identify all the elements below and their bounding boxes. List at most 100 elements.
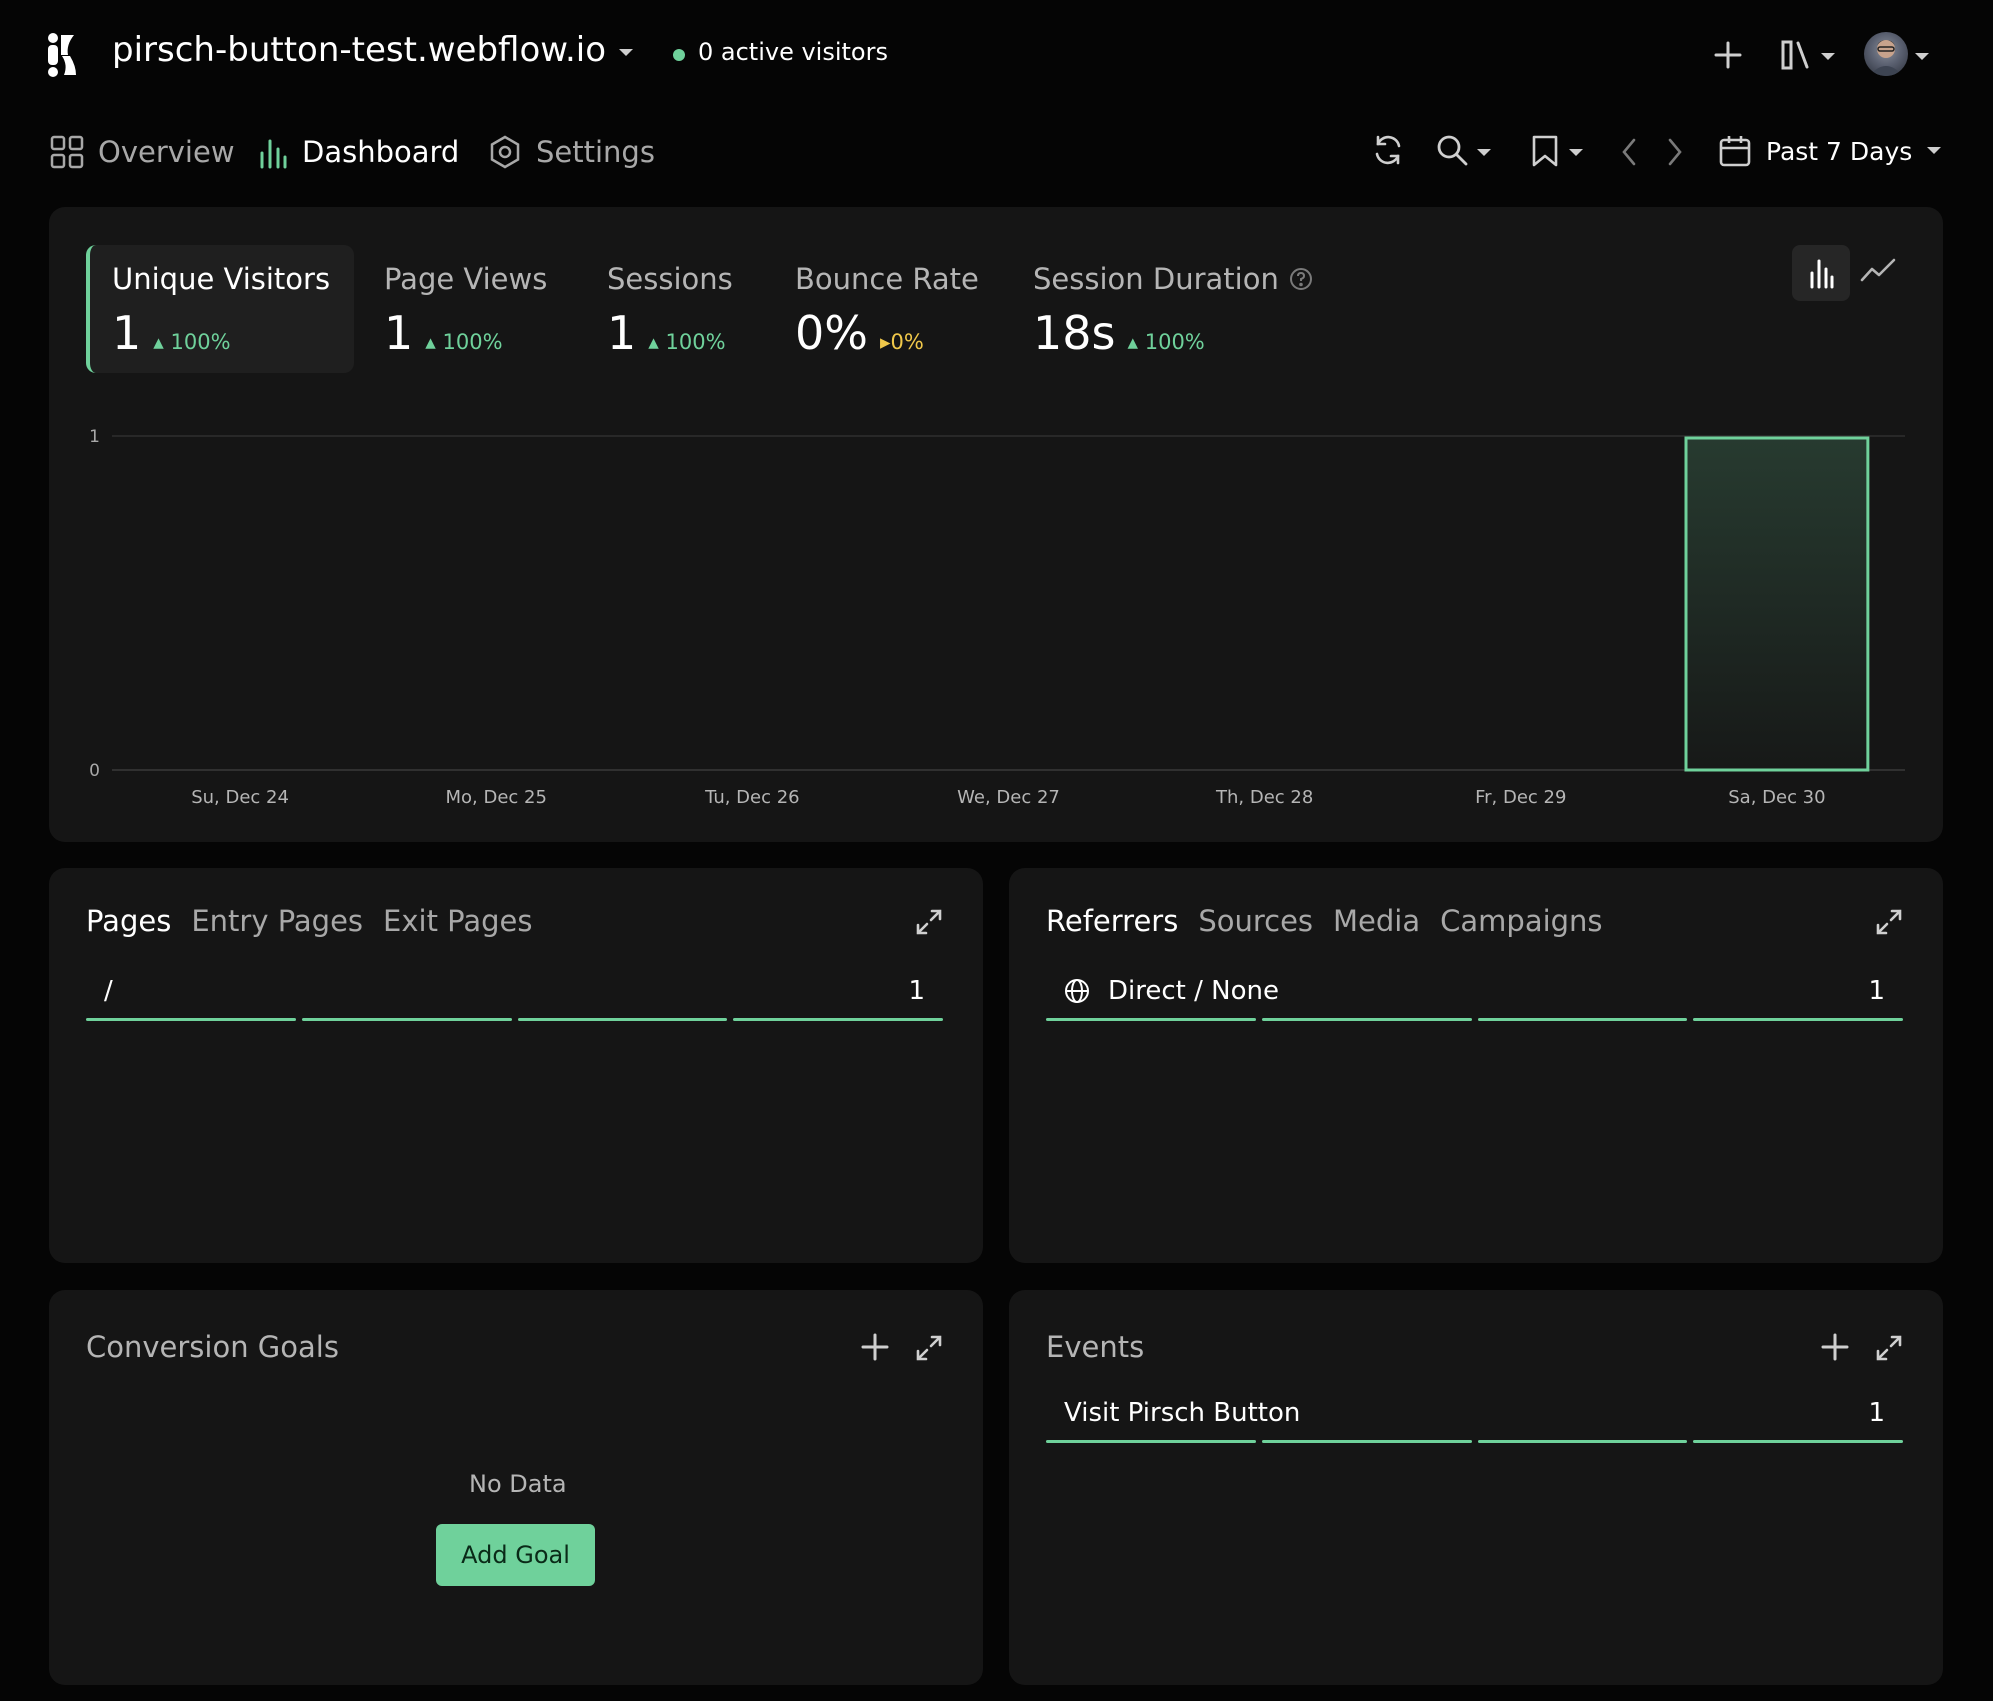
list-item[interactable]: Visit Pirsch Button 1 bbox=[1046, 1386, 1903, 1443]
metric-value: 0% bbox=[795, 306, 868, 360]
search-icon[interactable] bbox=[1436, 134, 1468, 166]
nav-overview[interactable]: Overview bbox=[50, 132, 235, 172]
metric-value: 18s bbox=[1033, 306, 1116, 360]
expand-icon[interactable] bbox=[1875, 1334, 1903, 1362]
referrers-tabs: Referrers Sources Media Campaigns bbox=[1046, 904, 1603, 938]
visitors-chart: 0 1 Su, Dec 24 Mo, Dec 25 Tu, Dec 26 We, Dec … bbox=[89, 427, 1905, 808]
metric-change-neutral: ▸0% bbox=[879, 330, 924, 354]
referrers-card: Referrers Sources Media Campaigns Direct… bbox=[1009, 868, 1943, 1263]
row-progress-bar bbox=[86, 1018, 943, 1021]
y-tick-label: 0 bbox=[89, 761, 100, 781]
bar-chart-icon bbox=[258, 135, 302, 169]
next-period-chevron-right-icon[interactable] bbox=[1666, 138, 1684, 166]
active-visitors-label: 0 active visitors bbox=[698, 38, 888, 66]
search-chevron-down-icon[interactable] bbox=[1476, 148, 1492, 158]
metric-session-duration[interactable]: Session Duration 18s ▴ 100% bbox=[1033, 262, 1313, 360]
settings-icon bbox=[488, 135, 536, 169]
metric-change-value: 100% bbox=[1144, 330, 1205, 354]
add-goal-icon[interactable] bbox=[860, 1332, 890, 1362]
x-tick-label: Fr, Dec 29 bbox=[1475, 787, 1566, 808]
metric-label: Page Views bbox=[384, 262, 548, 296]
list-item-value: 1 bbox=[908, 976, 925, 1006]
add-event-icon[interactable] bbox=[1820, 1332, 1850, 1362]
tab-media[interactable]: Media bbox=[1333, 904, 1420, 938]
list-item-label: Direct / None bbox=[1108, 976, 1279, 1006]
expand-icon[interactable] bbox=[1875, 908, 1903, 936]
add-goal-button[interactable]: Add Goal bbox=[436, 1524, 595, 1586]
pages-tabs: Pages Entry Pages Exit Pages bbox=[86, 904, 532, 938]
tab-exit-pages[interactable]: Exit Pages bbox=[383, 904, 532, 938]
y-tick-label: 1 bbox=[89, 427, 100, 447]
metric-page-views[interactable]: Page Views 1 ▴ 100% bbox=[384, 262, 547, 360]
library-chevron-down-icon[interactable] bbox=[1820, 52, 1836, 62]
metric-label: Unique Visitors bbox=[112, 262, 331, 296]
x-tick-label: We, Dec 27 bbox=[957, 787, 1060, 808]
tab-campaigns[interactable]: Campaigns bbox=[1440, 904, 1602, 938]
globe-icon bbox=[1064, 978, 1090, 1004]
conversion-goals-title: Conversion Goals bbox=[86, 1330, 339, 1364]
help-icon[interactable] bbox=[1289, 267, 1313, 291]
x-tick-label: Tu, Dec 26 bbox=[704, 787, 800, 808]
chart-type-bar-button[interactable] bbox=[1792, 245, 1850, 301]
date-range-label: Past 7 Days bbox=[1766, 136, 1913, 166]
nav-dashboard-label: Dashboard bbox=[302, 135, 460, 169]
x-tick-label: Su, Dec 24 bbox=[191, 787, 289, 808]
pages-card: Pages Entry Pages Exit Pages / 1 bbox=[49, 868, 983, 1263]
list-item[interactable]: / 1 bbox=[86, 964, 943, 1021]
metric-change-up: ▴ 100% bbox=[648, 330, 726, 354]
expand-icon[interactable] bbox=[915, 908, 943, 936]
top-bar: pirsch-button-test.webflow.io 0 active v… bbox=[0, 0, 1993, 110]
pirsch-logo-icon[interactable] bbox=[46, 32, 82, 78]
metric-value: 1 bbox=[112, 306, 142, 360]
bookmark-chevron-down-icon[interactable] bbox=[1568, 148, 1584, 158]
active-status-dot bbox=[673, 49, 685, 61]
library-icon[interactable] bbox=[1780, 38, 1814, 72]
conversion-goals-card: Conversion Goals No Data Add Goal bbox=[49, 1290, 983, 1685]
metric-change-value: 0% bbox=[890, 330, 924, 354]
events-card: Events Visit Pirsch Button 1 bbox=[1009, 1290, 1943, 1685]
refresh-icon[interactable] bbox=[1372, 134, 1404, 166]
calendar-icon bbox=[1718, 134, 1766, 168]
list-item[interactable]: Direct / None 1 bbox=[1046, 964, 1903, 1021]
bar-chart-icon bbox=[1808, 257, 1834, 289]
metric-unique-visitors[interactable]: Unique Visitors 1 ▴ 100% bbox=[112, 262, 330, 360]
metric-sessions[interactable]: Sessions 1 ▴ 100% bbox=[607, 262, 733, 360]
expand-icon[interactable] bbox=[915, 1334, 943, 1362]
tab-pages[interactable]: Pages bbox=[86, 904, 171, 938]
metric-label: Sessions bbox=[607, 262, 733, 296]
add-icon[interactable] bbox=[1713, 40, 1743, 70]
metric-value: 1 bbox=[607, 306, 637, 360]
tab-entry-pages[interactable]: Entry Pages bbox=[191, 904, 363, 938]
bookmark-icon[interactable] bbox=[1530, 134, 1560, 168]
nav-dashboard[interactable]: Dashboard bbox=[258, 132, 459, 172]
nav-settings-label: Settings bbox=[536, 135, 655, 169]
x-tick-label: Mo, Dec 25 bbox=[445, 787, 546, 808]
metric-bounce-rate[interactable]: Bounce Rate 0% ▸0% bbox=[795, 262, 979, 360]
list-item-label: Visit Pirsch Button bbox=[1064, 1398, 1301, 1428]
metric-change-up: ▴ 100% bbox=[425, 330, 503, 354]
date-range-picker[interactable]: Past 7 Days bbox=[1718, 134, 1956, 168]
events-title: Events bbox=[1046, 1330, 1145, 1364]
chart-type-line-button[interactable] bbox=[1860, 256, 1896, 284]
metric-change-value: 100% bbox=[442, 330, 503, 354]
list-item-value: 1 bbox=[1868, 1398, 1885, 1428]
metric-label: Session Duration bbox=[1033, 262, 1279, 296]
list-item-label: / bbox=[104, 976, 113, 1006]
line-chart-icon bbox=[1860, 256, 1896, 284]
nav-overview-label: Overview bbox=[98, 135, 235, 169]
no-data-label: No Data bbox=[469, 1470, 567, 1498]
metric-value: 1 bbox=[384, 306, 414, 360]
tab-referrers[interactable]: Referrers bbox=[1046, 904, 1178, 938]
site-title[interactable]: pirsch-button-test.webflow.io bbox=[112, 30, 606, 70]
tab-sources[interactable]: Sources bbox=[1198, 904, 1313, 938]
account-chevron-down-icon[interactable] bbox=[1914, 52, 1930, 62]
avatar[interactable] bbox=[1864, 32, 1908, 76]
previous-period-chevron-left-icon[interactable] bbox=[1620, 138, 1638, 166]
x-tick-label: Th, Dec 28 bbox=[1215, 787, 1313, 808]
row-progress-bar bbox=[1046, 1440, 1903, 1443]
nav-settings[interactable]: Settings bbox=[488, 132, 655, 172]
list-item-value: 1 bbox=[1868, 976, 1885, 1006]
metric-change-up: ▴ 100% bbox=[1127, 330, 1205, 354]
site-dropdown-chevron-icon[interactable] bbox=[618, 48, 634, 58]
metric-change-up: ▴ 100% bbox=[153, 330, 231, 354]
